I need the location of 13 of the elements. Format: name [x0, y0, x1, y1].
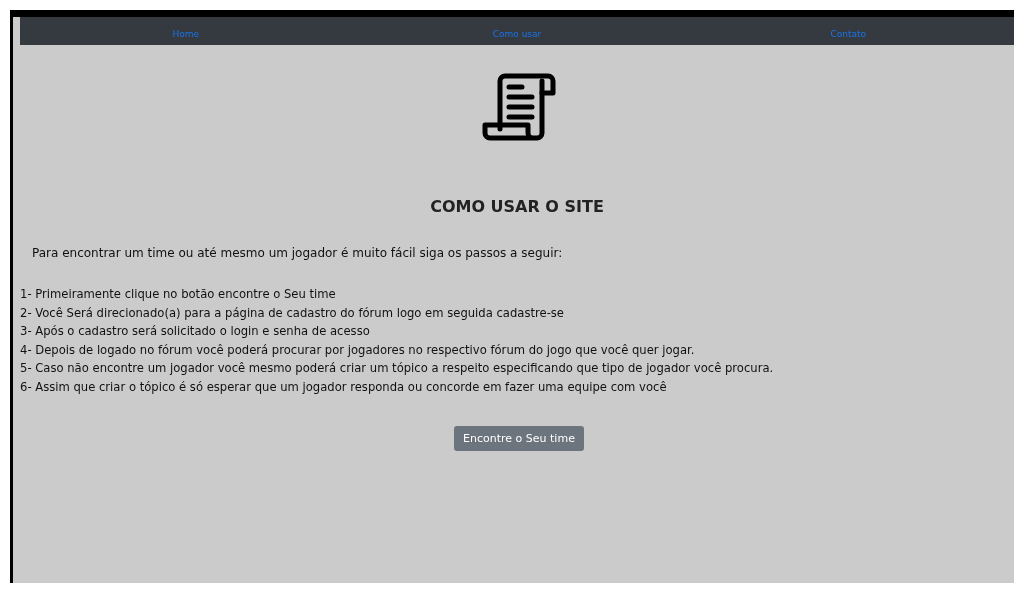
step-text: 1- Primeiramente clique no botão encontre o Seu time: [20, 286, 337, 303]
step-text: 2- Você Será direcionado(a) para a página de cadastro do fórum logo em seguida cadastre-se: [20, 304, 565, 322]
nav-link[interactable]: Home: [172, 28, 199, 39]
step-text: 4- Depois de logado no fórum você poderá procurar por jogadores no respectivo fórum do jogo que você quer jogar.: [20, 341, 696, 359]
find-team-button[interactable]: Encontre o Seu time: [454, 426, 584, 451]
intro-text: Para encontrar um time ou até mesmo um jogador é muito fácil siga os passos a seguir:: [32, 246, 564, 260]
step-text: 6- Assim que criar o tópico é só esperar que um jogador responda ou concorde em fazer uma equipe com você: [20, 378, 668, 396]
step-text: 5- Caso não encontre um jogador você mesmo poderá criar um tópico a respeito especificando que tipo de jogador você procura.: [20, 360, 775, 377]
step-text: 3- Após o cadastro será solicitado o login e senha de acesso: [20, 323, 371, 340]
nav-link[interactable]: Como usar: [492, 28, 542, 39]
page-heading: COMO USAR O SITE: [429, 197, 605, 216]
scroll-icon: [482, 73, 556, 141]
nav-link[interactable]: Contato: [830, 28, 867, 39]
